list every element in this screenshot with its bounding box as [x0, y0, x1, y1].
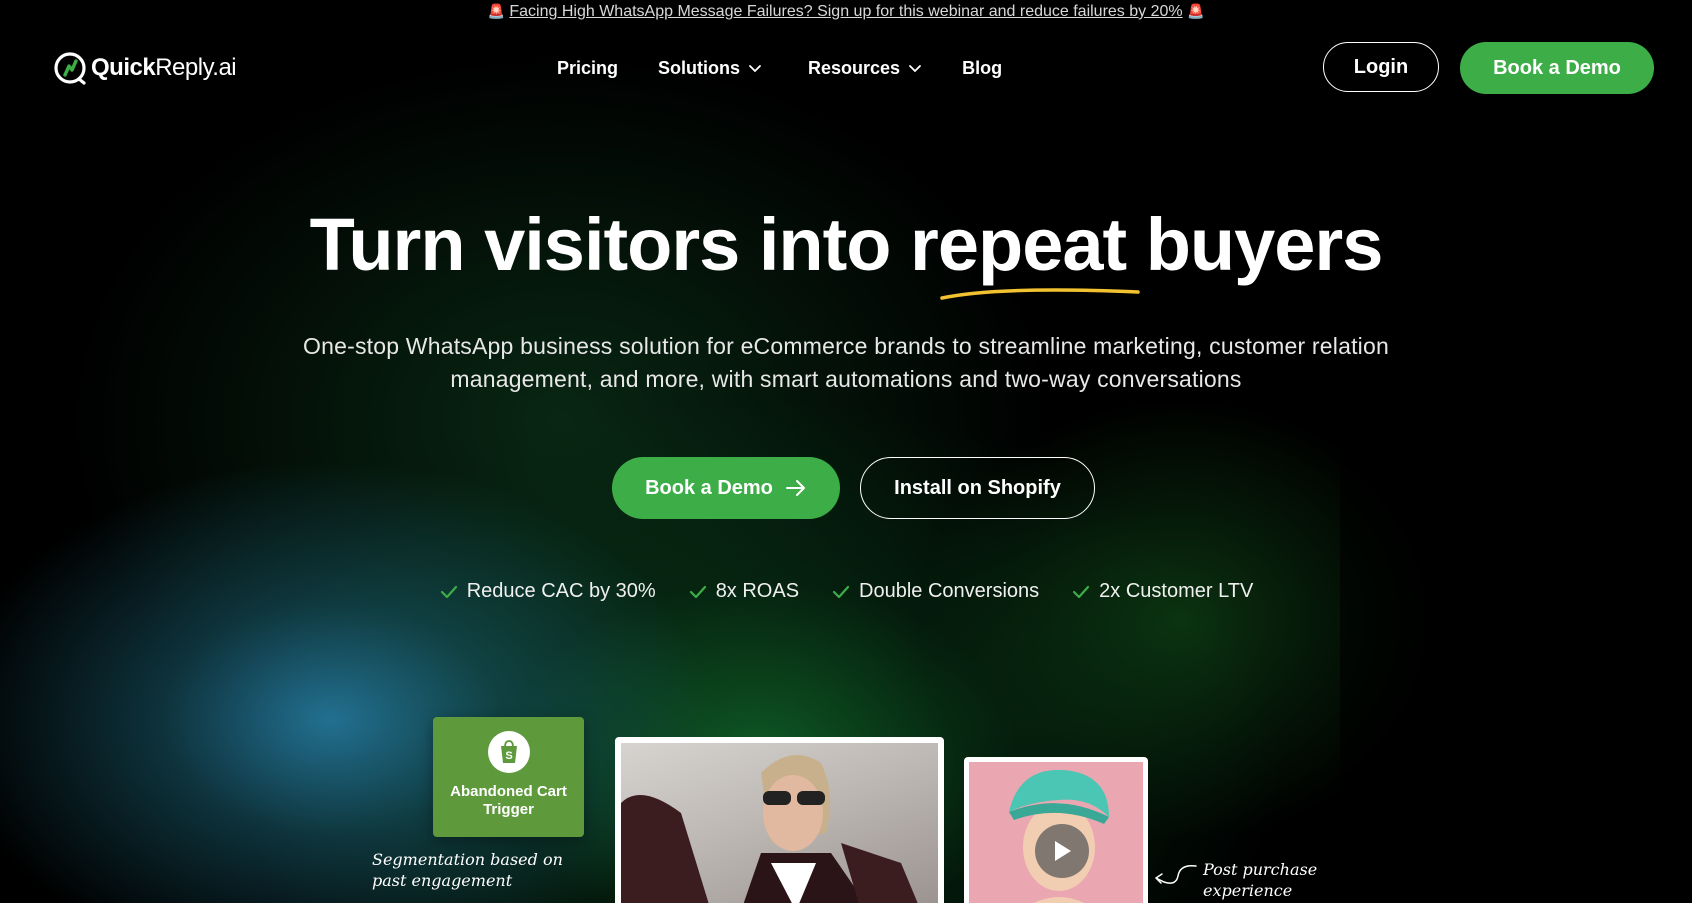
benefit-label: 8x ROAS — [715, 580, 800, 602]
play-icon — [1055, 841, 1071, 861]
benefits-list: Reduce CAC by 30% 8x ROAS Double Convers… — [0, 580, 1692, 603]
headline-text: buyers — [1145, 203, 1384, 286]
book-demo-cta[interactable]: Book a Demo — [612, 457, 840, 519]
benefit-item: 8x ROAS — [688, 580, 799, 603]
nav-item-label: Blog — [962, 57, 1003, 78]
post-purchase-note: Post purchase experience — [1203, 860, 1318, 900]
siren-icon: 🚨 — [487, 3, 505, 19]
cta-label: Book a Demo — [645, 476, 773, 499]
logo-wordmark: QuickReply.ai — [91, 54, 237, 81]
curved-arrow-icon — [1155, 864, 1197, 884]
chevron-down-icon — [749, 65, 761, 73]
nav-item-label: Solutions — [658, 57, 741, 78]
main-menu: Pricing Solutions Resources Blog — [557, 54, 1042, 82]
benefit-label: Reduce CAC by 30% — [466, 580, 656, 602]
check-icon — [689, 585, 706, 598]
product-photo-main — [615, 737, 944, 903]
announcement-link[interactable]: Facing High WhatsApp Message Failures? S… — [509, 3, 1182, 20]
accent-underline — [940, 288, 1140, 300]
hero-subtitle: One-stop WhatsApp business solution for … — [303, 333, 1389, 392]
headline-accent: repeat — [910, 200, 1140, 300]
nav-item-label: Resources — [808, 57, 901, 78]
check-icon — [1073, 585, 1090, 598]
product-photo-video — [964, 757, 1148, 903]
benefit-item: 2x Customer LTV — [1071, 580, 1253, 603]
nav-item-label: Pricing — [557, 57, 619, 78]
segmentation-note: Segmentation based on past engagement — [372, 850, 563, 890]
benefit-label: 2x Customer LTV — [1099, 580, 1254, 602]
benefit-item: Reduce CAC by 30% — [439, 580, 656, 603]
announcement-bar: 🚨 Facing High WhatsApp Message Failures?… — [0, 0, 1692, 22]
logo[interactable]: QuickReply.ai — [53, 51, 237, 85]
nav-item-solutions[interactable]: Solutions — [658, 54, 762, 82]
top-nav: QuickReply.ai Pricing Solutions Resource… — [0, 38, 1692, 98]
fashion-model-image — [621, 743, 938, 903]
nav-item-blog[interactable]: Blog — [962, 54, 1002, 82]
check-icon — [440, 585, 457, 598]
shopify-icon: S — [487, 731, 530, 773]
nav-item-pricing[interactable]: Pricing — [557, 54, 618, 82]
install-shopify-button[interactable]: Install on Shopify — [860, 457, 1095, 519]
nav-item-resources[interactable]: Resources — [808, 54, 922, 82]
logo-icon — [54, 52, 86, 85]
chevron-down-icon — [909, 65, 921, 73]
benefit-item: Double Conversions — [831, 580, 1039, 603]
headline-text: Turn visitors into — [309, 203, 892, 286]
play-button[interactable] — [1035, 824, 1089, 878]
page: 🚨 Facing High WhatsApp Message Failures?… — [0, 0, 1692, 903]
abandoned-cart-card: S Abandoned Cart Trigger — [433, 717, 584, 837]
benefit-label: Double Conversions — [859, 580, 1040, 602]
arrow-right-icon — [785, 480, 805, 496]
book-demo-button[interactable]: Book a Demo — [1460, 42, 1654, 94]
svg-text:S: S — [505, 750, 512, 762]
siren-icon: 🚨 — [1187, 3, 1205, 19]
skincare-model-image — [969, 762, 1143, 903]
headline-accent-text: repeat — [910, 203, 1127, 286]
trigger-card-label: Abandoned Cart Trigger — [450, 783, 567, 818]
hero-headline: Turn visitors into repeat buyers — [0, 200, 1692, 300]
check-icon — [832, 585, 850, 598]
login-button[interactable]: Login — [1323, 42, 1439, 92]
